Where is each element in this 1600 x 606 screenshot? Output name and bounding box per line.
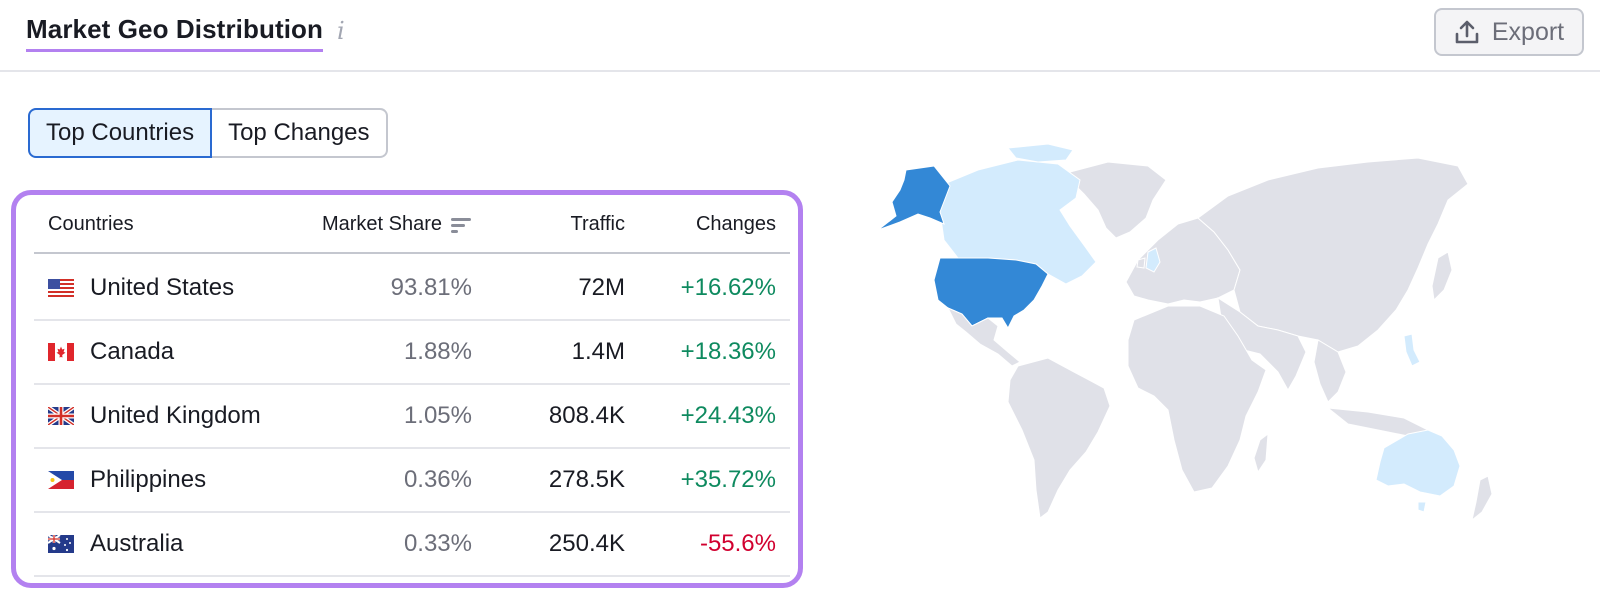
map-region-ireland bbox=[1136, 257, 1146, 269]
market-share-value: 1.88% bbox=[403, 338, 472, 365]
table-row[interactable]: United States 93.81% 72M +16.62% bbox=[34, 256, 790, 321]
ph-flag-icon bbox=[48, 471, 74, 489]
header: Market Geo Distribution i Export bbox=[0, 0, 1600, 72]
country-name: Australia bbox=[90, 530, 184, 557]
country-name: United Kingdom bbox=[90, 402, 261, 429]
column-header-changes: Changes bbox=[695, 213, 776, 235]
world-map bbox=[877, 143, 1493, 522]
ca-flag-icon bbox=[48, 343, 74, 361]
change-value: +18.36% bbox=[680, 338, 776, 365]
tab-top-countries[interactable]: Top Countries bbox=[28, 108, 213, 158]
map-region-philippines[interactable] bbox=[1403, 333, 1421, 367]
upload-icon bbox=[1455, 20, 1479, 44]
export-button[interactable]: Export bbox=[1434, 8, 1584, 56]
map-region-australia[interactable] bbox=[1375, 429, 1461, 497]
map-region-south-america[interactable] bbox=[1007, 357, 1111, 519]
country-name: Philippines bbox=[90, 466, 207, 493]
table-row[interactable]: United Kingdom 1.05% 808.4K +24.43% bbox=[34, 384, 790, 449]
title-wrap: Market Geo Distribution i bbox=[26, 14, 345, 52]
traffic-value: 1.4M bbox=[571, 338, 625, 365]
us-flag-icon bbox=[48, 279, 74, 297]
map-region-new-zealand bbox=[1471, 475, 1493, 522]
table-row[interactable]: Australia 0.33% 250.4K -55.6% bbox=[34, 512, 790, 577]
market-share-value: 93.81% bbox=[390, 274, 472, 301]
map-region-japan[interactable] bbox=[1431, 251, 1453, 302]
map-region-canada-islands bbox=[1007, 143, 1074, 163]
gb-flag-icon bbox=[48, 407, 74, 425]
map-region-indonesia[interactable] bbox=[1326, 407, 1430, 437]
traffic-value: 250.4K bbox=[548, 530, 625, 557]
country-name: United States bbox=[90, 274, 235, 301]
map-region-alaska[interactable] bbox=[877, 165, 951, 231]
map-region-tasmania bbox=[1417, 501, 1427, 513]
country-name: Canada bbox=[90, 338, 175, 365]
info-icon[interactable]: i bbox=[337, 17, 345, 45]
change-value: +16.62% bbox=[680, 274, 776, 301]
market-share-value: 1.05% bbox=[403, 402, 472, 429]
table-row[interactable]: Philippines 0.36% 278.5K +35.72% bbox=[34, 448, 790, 513]
market-share-value: 0.33% bbox=[403, 530, 472, 557]
country-cell: Philippines bbox=[48, 466, 206, 494]
map-region-madagascar bbox=[1253, 432, 1269, 474]
page-title: Market Geo Distribution bbox=[26, 14, 323, 52]
market-share-value: 0.36% bbox=[403, 466, 472, 493]
country-cell: United Kingdom bbox=[48, 402, 261, 430]
change-value: +35.72% bbox=[680, 466, 776, 493]
table-row[interactable]: Canada 1.88% 1.4M +18.36% bbox=[34, 320, 790, 385]
country-cell: Canada bbox=[48, 338, 174, 366]
country-cell: United States bbox=[48, 274, 234, 302]
countries-table: Countries Market Share Traffic Changes U… bbox=[11, 190, 803, 588]
column-header-traffic: Traffic bbox=[570, 213, 625, 235]
traffic-value: 72M bbox=[578, 274, 625, 301]
au-flag-icon bbox=[48, 535, 74, 553]
change-value: +24.43% bbox=[680, 402, 776, 429]
country-cell: Australia bbox=[48, 530, 183, 558]
table-header: Countries Market Share Traffic Changes bbox=[34, 195, 790, 254]
traffic-value: 278.5K bbox=[548, 466, 625, 493]
change-value: -55.6% bbox=[699, 530, 776, 557]
traffic-value: 808.4K bbox=[548, 402, 625, 429]
column-header-market-share-label: Market Share bbox=[321, 213, 442, 235]
tab-top-changes[interactable]: Top Changes bbox=[212, 108, 388, 158]
sort-descending-icon[interactable] bbox=[450, 216, 472, 234]
view-toggle: Top Countries Top Changes bbox=[28, 108, 388, 158]
export-label: Export bbox=[1491, 17, 1565, 46]
map-region-united-states[interactable] bbox=[933, 257, 1049, 330]
column-header-countries: Countries bbox=[48, 213, 134, 235]
column-header-market-share[interactable]: Market Share bbox=[322, 213, 472, 236]
map-region-greenland[interactable] bbox=[1069, 161, 1167, 239]
